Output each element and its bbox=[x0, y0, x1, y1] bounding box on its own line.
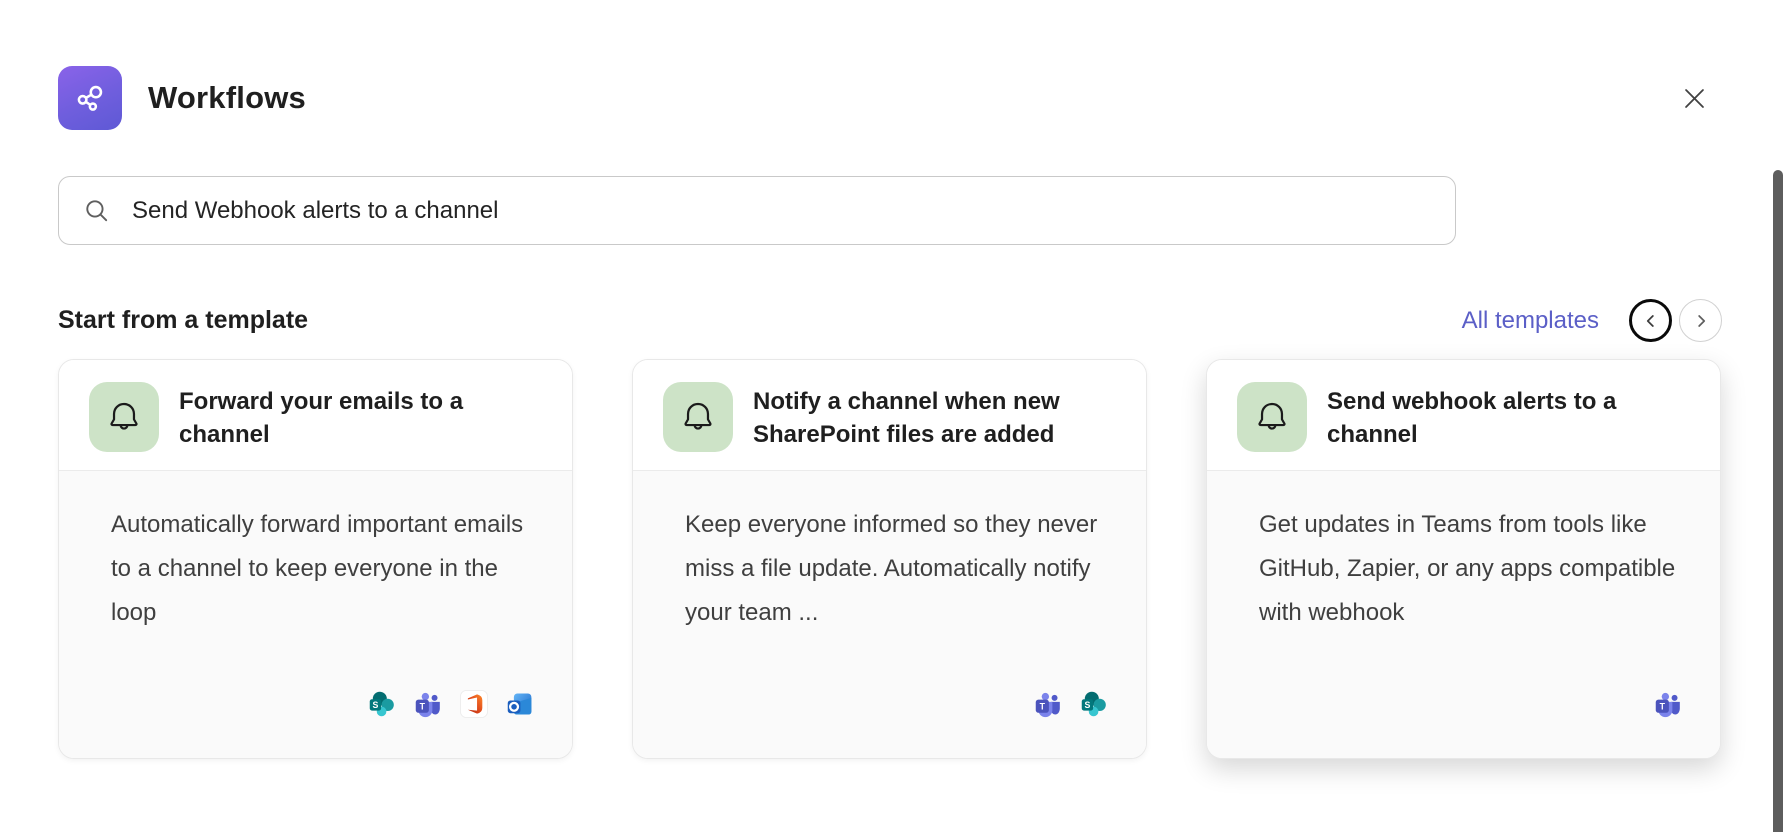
svg-text:S: S bbox=[1085, 700, 1091, 710]
card-body: Automatically forward important emails t… bbox=[59, 471, 572, 758]
vertical-scrollbar-thumb[interactable] bbox=[1773, 170, 1783, 832]
card-header: Forward your emails to a channel bbox=[59, 360, 572, 470]
dialog-header: Workflows bbox=[58, 0, 1722, 130]
search-input[interactable] bbox=[132, 177, 1431, 244]
card-app-icons: S T bbox=[111, 690, 534, 718]
card-description: Get updates in Teams from tools like Git… bbox=[1259, 503, 1682, 635]
bell-icon bbox=[1253, 398, 1291, 436]
section-heading: Start from a template bbox=[58, 306, 308, 335]
svg-text:T: T bbox=[1660, 701, 1666, 711]
card-body: Get updates in Teams from tools like Git… bbox=[1207, 471, 1720, 758]
card-title: Forward your emails to a channel bbox=[179, 382, 548, 451]
card-description: Automatically forward important emails t… bbox=[111, 503, 534, 635]
card-app-icons: T bbox=[1259, 690, 1682, 718]
prev-templates-button[interactable] bbox=[1629, 299, 1672, 342]
chevron-right-icon bbox=[1690, 310, 1712, 332]
template-card-notify-sharepoint[interactable]: Notify a channel when new SharePoint fil… bbox=[632, 359, 1147, 759]
template-cards: Forward your emails to a channel Automat… bbox=[58, 359, 1722, 759]
template-section-header: Start from a template All templates bbox=[58, 299, 1722, 342]
close-button[interactable] bbox=[1672, 76, 1716, 120]
card-description: Keep everyone informed so they never mis… bbox=[685, 503, 1108, 635]
bell-icon bbox=[679, 398, 717, 436]
svg-text:T: T bbox=[420, 701, 426, 711]
svg-text:S: S bbox=[373, 700, 379, 710]
teams-icon: T bbox=[1654, 690, 1682, 718]
teams-icon: T bbox=[414, 690, 442, 718]
sharepoint-icon: S bbox=[1080, 690, 1108, 718]
card-header: Notify a channel when new SharePoint fil… bbox=[633, 360, 1146, 470]
search-icon bbox=[83, 197, 110, 224]
card-title: Send webhook alerts to a channel bbox=[1327, 382, 1696, 451]
bell-icon bbox=[105, 398, 143, 436]
search-box bbox=[58, 176, 1456, 245]
bell-tile bbox=[1237, 382, 1307, 452]
page-title: Workflows bbox=[148, 80, 306, 116]
office-icon bbox=[460, 690, 488, 718]
card-body: Keep everyone informed so they never mis… bbox=[633, 471, 1146, 758]
workflows-dialog: Workflows Start from a template All temp… bbox=[0, 0, 1784, 832]
bell-tile bbox=[89, 382, 159, 452]
template-card-forward-emails[interactable]: Forward your emails to a channel Automat… bbox=[58, 359, 573, 759]
workflows-share-icon bbox=[72, 80, 108, 116]
card-app-icons: T S bbox=[685, 690, 1108, 718]
all-templates-link[interactable]: All templates bbox=[1462, 307, 1599, 335]
sharepoint-icon: S bbox=[368, 690, 396, 718]
outlook-icon bbox=[506, 690, 534, 718]
next-templates-button[interactable] bbox=[1679, 299, 1722, 342]
workflows-app-icon bbox=[58, 66, 122, 130]
chevron-left-icon bbox=[1640, 310, 1662, 332]
teams-icon: T bbox=[1034, 690, 1062, 718]
bell-tile bbox=[663, 382, 733, 452]
card-title: Notify a channel when new SharePoint fil… bbox=[753, 382, 1122, 451]
card-header: Send webhook alerts to a channel bbox=[1207, 360, 1720, 470]
svg-text:T: T bbox=[1040, 701, 1046, 711]
section-actions: All templates bbox=[1462, 299, 1722, 342]
template-card-webhook-alerts[interactable]: Send webhook alerts to a channel Get upd… bbox=[1206, 359, 1721, 759]
close-icon bbox=[1680, 84, 1709, 113]
